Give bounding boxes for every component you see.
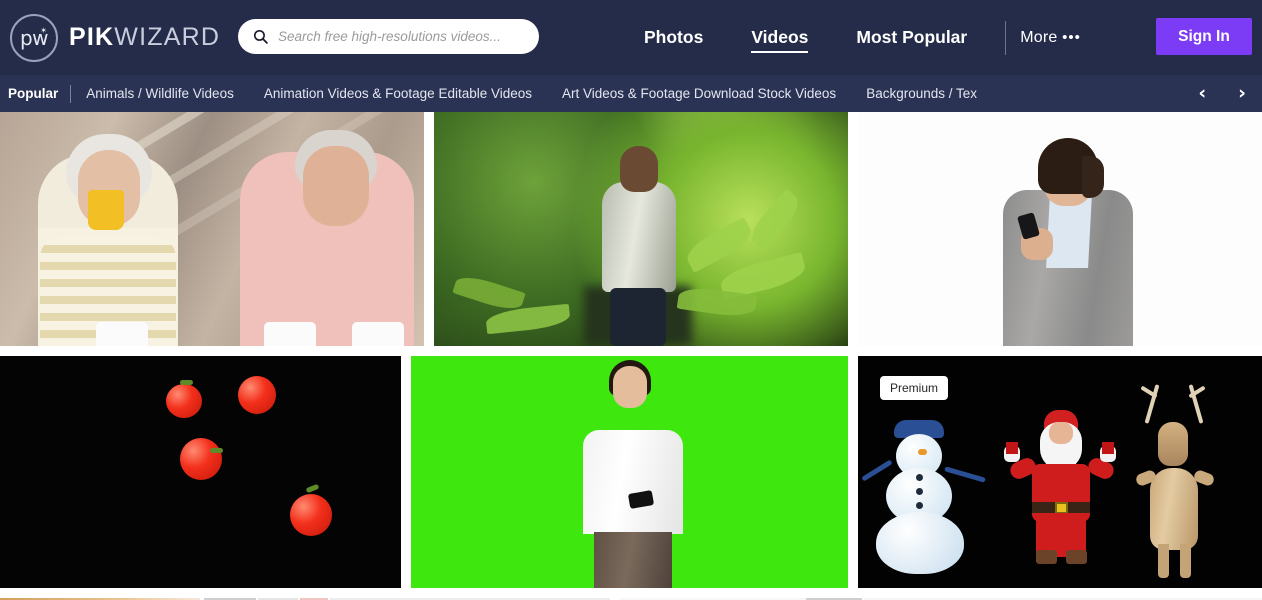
category-scroll-controls: ‹ ›	[1168, 75, 1262, 112]
decor-gs-shirt	[583, 430, 683, 534]
video-tile-businesswoman-phone[interactable]	[858, 112, 1262, 346]
decor-walker-head	[620, 146, 658, 192]
chevron-right-icon[interactable]: ›	[1222, 75, 1262, 112]
chevron-left-icon[interactable]: ‹	[1182, 75, 1222, 112]
category-art[interactable]: Art Videos & Footage Download Stock Vide…	[547, 75, 851, 112]
video-results-grid: Premium	[0, 112, 1262, 600]
decor-santa-face	[1049, 422, 1073, 444]
video-tile-green-screen-woman[interactable]	[411, 356, 848, 588]
category-bar: Popular Animals / Wildlife Videos Animat…	[0, 75, 1262, 112]
decor-tomato-stem-4	[305, 483, 320, 494]
decor-juice-glass	[88, 190, 124, 230]
sparkle-icon: ✶	[40, 25, 47, 35]
decor-hair-side	[1082, 156, 1104, 198]
decor-snowman-base	[876, 512, 964, 574]
site-header: pw ✶ PIKWIZARD Photos Videos Most Popula…	[0, 0, 1262, 75]
category-backgrounds[interactable]: Backgrounds / Tex	[851, 75, 992, 112]
decor-tomato-1	[166, 384, 202, 418]
decor-santa-boot-right	[1066, 550, 1087, 564]
brand-name-bold: PIK	[69, 23, 115, 51]
decor-leaf-5	[452, 271, 526, 315]
search-input[interactable]	[278, 29, 525, 44]
decor-cup-left	[96, 322, 148, 346]
decor-gs-head	[613, 366, 647, 408]
decor-cup-right	[264, 322, 316, 346]
decor-leaf-3	[745, 188, 805, 252]
decor-walker-legs	[610, 288, 666, 346]
decor-snowman-button-1	[916, 474, 923, 481]
decor-snowman-nose	[918, 449, 927, 455]
nav-divider	[1005, 20, 1007, 55]
decor-leaf-6	[485, 303, 571, 335]
decor-deer-leg-left	[1158, 544, 1169, 578]
decor-gs-skirt	[594, 532, 672, 588]
ellipsis-icon: •••	[1062, 28, 1081, 46]
nav-most-popular[interactable]: Most Popular	[832, 0, 991, 75]
search-bar[interactable]	[238, 19, 539, 54]
brand-wordmark: PIKWIZARD	[69, 23, 220, 52]
decor-deer-leg-right	[1180, 544, 1191, 578]
decor-tomato-stem-3	[210, 448, 223, 453]
premium-badge: Premium	[880, 376, 949, 400]
nav-videos[interactable]: Videos	[727, 0, 832, 75]
main-navigation: Photos Videos Most Popular More •••	[620, 0, 1081, 75]
decor-cup-right2	[352, 322, 404, 346]
decor-tomato-2	[238, 376, 276, 414]
brand-logo[interactable]: pw ✶ PIKWIZARD	[10, 13, 220, 62]
decor-snowman-button-3	[916, 502, 923, 509]
video-tile-woman-garden-walk[interactable]	[434, 112, 848, 346]
category-animals-wildlife[interactable]: Animals / Wildlife Videos	[71, 75, 249, 112]
pw-circle-logo-icon: pw ✶	[10, 13, 58, 62]
video-tile-christmas-characters[interactable]: Premium	[858, 356, 1262, 588]
decor-santa-boot-left	[1036, 550, 1057, 564]
decor-deer-head	[1158, 422, 1188, 466]
decor-tomato-3	[180, 438, 222, 480]
decor-man-face	[303, 146, 369, 226]
more-menu-button[interactable]: More •••	[1020, 29, 1081, 47]
category-animation[interactable]: Animation Videos & Footage Editable Vide…	[249, 75, 547, 112]
decor-tomato-4	[290, 494, 332, 536]
decor-snowman-button-2	[916, 488, 923, 495]
nav-photos[interactable]: Photos	[620, 0, 727, 75]
sign-in-button[interactable]: Sign In	[1156, 18, 1252, 55]
decor-snowman-arm-left	[861, 459, 893, 482]
decor-tomato-stem-1	[180, 380, 193, 385]
decor-snowman-arm-right	[944, 466, 986, 483]
brand-name-light: WIZARD	[114, 23, 221, 51]
more-label: More	[1020, 28, 1058, 46]
decor-deer-body	[1150, 468, 1198, 550]
category-popular[interactable]: Popular	[0, 75, 70, 112]
search-icon	[253, 29, 268, 44]
decor-walker-body	[602, 182, 676, 292]
decor-leaf-1	[681, 217, 757, 273]
video-tile-falling-tomatoes[interactable]	[0, 356, 401, 588]
decor-santa-gift-right	[1102, 442, 1114, 454]
decor-santa-gift-left	[1006, 442, 1018, 454]
video-tile-seniors-breakfast[interactable]	[0, 112, 424, 346]
